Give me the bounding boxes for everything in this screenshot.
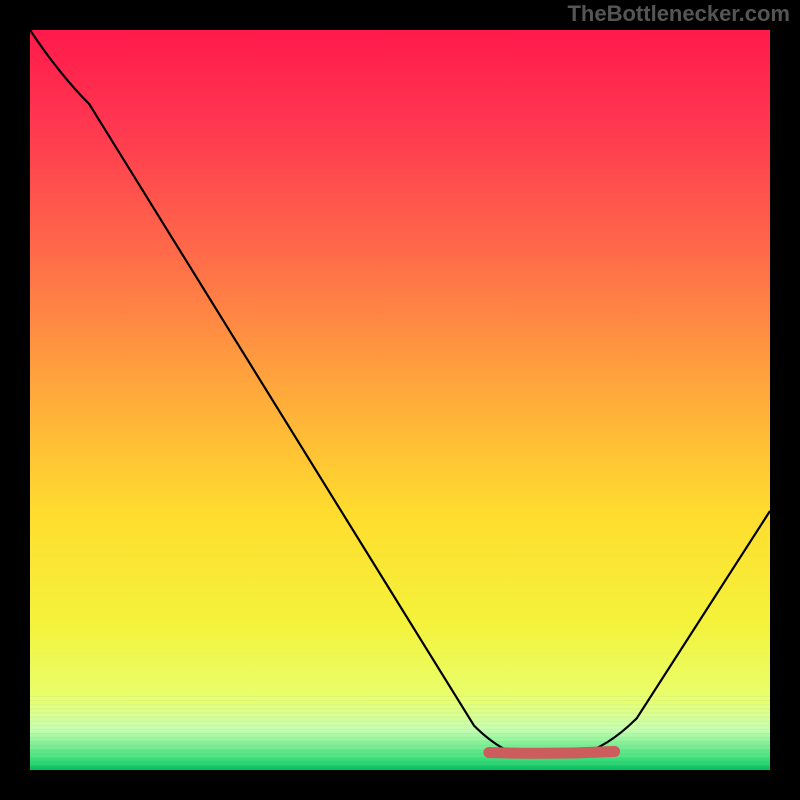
watermark-text: TheBottlenecker.com bbox=[567, 1, 790, 27]
chart-frame: TheBottlenecker.com bbox=[0, 0, 800, 800]
bottom-banding bbox=[30, 696, 770, 770]
gradient-background bbox=[30, 30, 770, 770]
plot-area bbox=[30, 30, 770, 770]
flat-highlight-segment bbox=[489, 752, 615, 754]
bottleneck-curve-chart bbox=[30, 30, 770, 770]
